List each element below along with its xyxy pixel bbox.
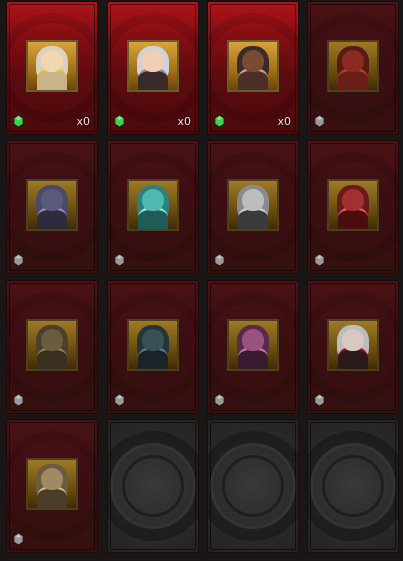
hero-card[interactable]: [6, 280, 98, 414]
hero-card[interactable]: [307, 140, 399, 274]
hero-face: [142, 329, 164, 351]
hero-card[interactable]: [307, 280, 399, 414]
grey-gem-icon: [14, 533, 23, 545]
card-count: x0: [177, 115, 191, 128]
hero-portrait-crystal-orb: [127, 179, 179, 231]
grey-gem-icon: [215, 394, 224, 406]
hero-face: [342, 50, 364, 72]
hero-card[interactable]: x0: [107, 1, 199, 135]
card-count: x0: [76, 115, 90, 128]
hero-card[interactable]: [6, 140, 98, 274]
emblem-inner-ring: [322, 455, 384, 517]
grey-gem-icon: [14, 394, 23, 406]
hero-portrait-white-haired-vampire: [327, 319, 379, 371]
hero-card[interactable]: [107, 280, 199, 414]
empty-card-slot[interactable]: [107, 419, 199, 553]
hero-face: [41, 468, 63, 490]
hero-card[interactable]: [107, 140, 199, 274]
hero-card[interactable]: [207, 280, 299, 414]
hero-face: [41, 189, 63, 211]
grey-gem-icon: [315, 254, 324, 266]
hero-card[interactable]: [6, 419, 98, 553]
hero-face: [242, 329, 264, 351]
hero-portrait-stone-serpent-beast: [26, 319, 78, 371]
grey-gem-icon: [315, 115, 324, 127]
hero-face: [242, 189, 264, 211]
hero-portrait-silver-haired-elf: [127, 40, 179, 92]
hero-card[interactable]: x0: [6, 1, 98, 135]
grey-gem-icon: [215, 254, 224, 266]
card-count: x0: [277, 115, 291, 128]
grey-gem-icon: [115, 394, 124, 406]
hero-face: [41, 50, 63, 72]
hero-face: [41, 329, 63, 351]
hero-portrait-hooded-purple-mage: [26, 179, 78, 231]
hero-face: [342, 329, 364, 351]
hero-face: [142, 50, 164, 72]
grey-gem-icon: [315, 394, 324, 406]
grey-gem-icon: [14, 254, 23, 266]
hero-face: [142, 189, 164, 211]
hero-portrait-red-imp-demon: [327, 40, 379, 92]
hero-portrait-crimson-robed-sorcerer: [327, 179, 379, 231]
hero-portrait-golden-masked-warrior: [26, 40, 78, 92]
hero-portrait-winged-skull-reaper: [227, 179, 279, 231]
hero-card-grid: x0 x0 x0: [6, 0, 400, 561]
emblem-inner-ring: [122, 455, 184, 517]
hero-portrait-armored-beast-lord: [26, 458, 78, 510]
emblem-inner-ring: [222, 455, 284, 517]
empty-card-slot[interactable]: [307, 419, 399, 553]
hero-portrait-dark-armored-knight: [227, 40, 279, 92]
green-gem-icon: [14, 115, 23, 127]
green-gem-icon: [115, 115, 124, 127]
green-gem-icon: [215, 115, 224, 127]
hero-card[interactable]: [207, 140, 299, 274]
hero-face: [342, 189, 364, 211]
hero-card[interactable]: [307, 1, 399, 135]
grey-gem-icon: [115, 254, 124, 266]
hero-portrait-purple-spiked-witch: [227, 319, 279, 371]
hero-face: [242, 50, 264, 72]
empty-card-slot[interactable]: [207, 419, 299, 553]
hero-portrait-shadow-dark-knight: [127, 319, 179, 371]
hero-card[interactable]: x0: [207, 1, 299, 135]
